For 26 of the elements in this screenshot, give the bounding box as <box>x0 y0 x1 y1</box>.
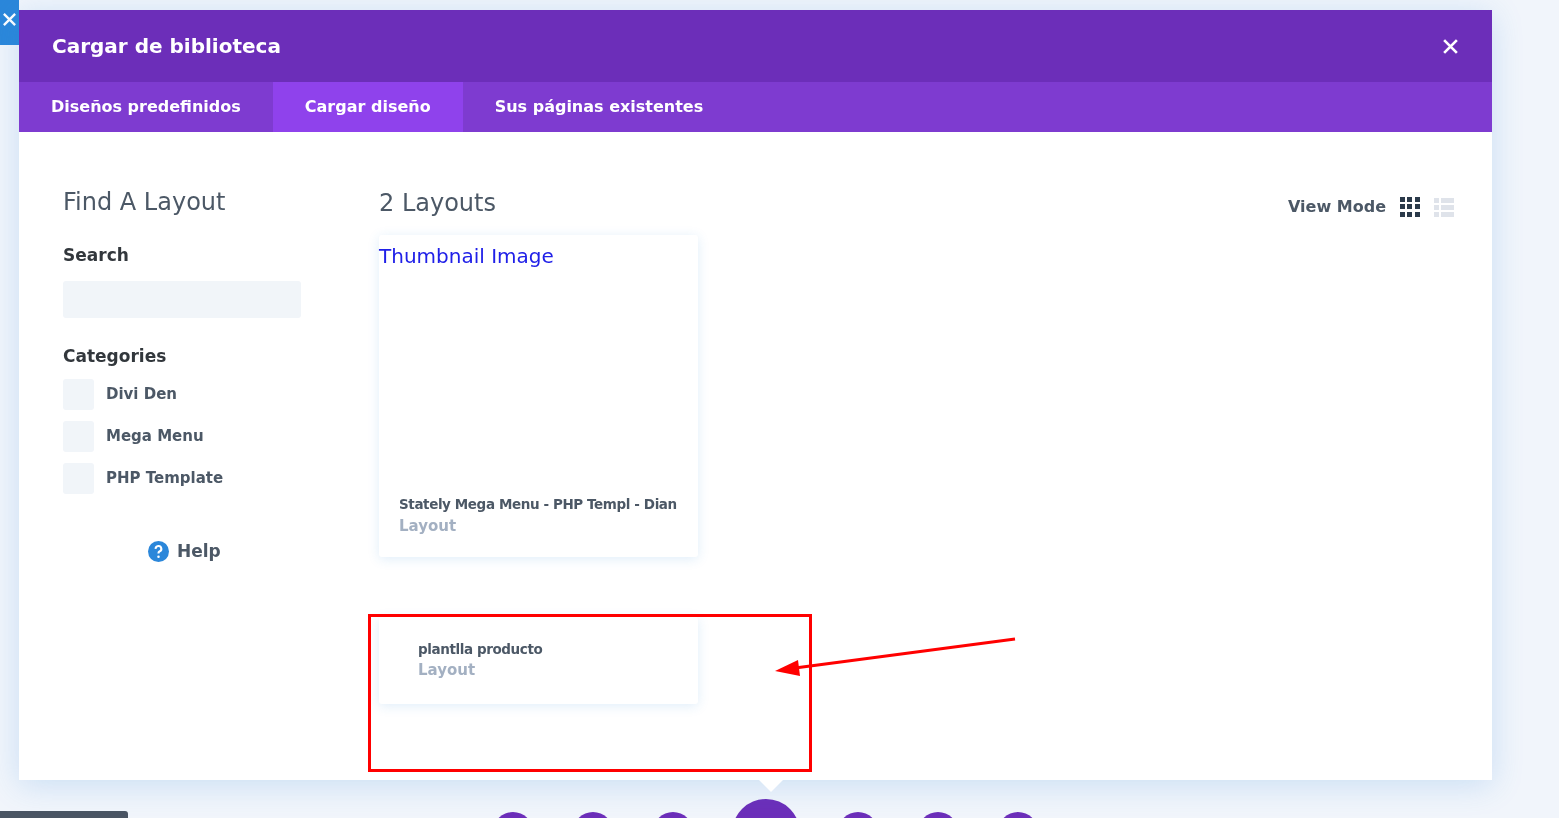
search-label: Search <box>63 244 130 267</box>
help-link[interactable]: Help <box>177 539 221 565</box>
close-icon[interactable] <box>1442 37 1459 55</box>
modal-title: Cargar de biblioteca <box>52 33 281 60</box>
grid-view-button[interactable] <box>1400 197 1420 217</box>
tab[interactable]: Sus páginas existentes <box>462 82 736 132</box>
tab[interactable]: Diseños predefinidos <box>19 82 273 132</box>
category-label: Divi Den <box>106 384 178 406</box>
layout-card[interactable]: plantlla producto Layout <box>379 617 698 704</box>
thumbnail-alt-text: Thumbnail Image <box>379 243 555 270</box>
close-icon <box>2 12 17 27</box>
layout-title: plantlla producto <box>418 640 544 660</box>
category-label: PHP Template <box>106 468 224 490</box>
categories-label: Categories <box>63 344 168 368</box>
layouts-heading: 2 Layouts <box>379 188 496 218</box>
sidebar-heading: Find A Layout <box>63 187 227 217</box>
close-button-behind[interactable] <box>0 0 19 45</box>
category-label: Mega Menu <box>106 426 204 448</box>
help-icon <box>148 541 169 563</box>
tab[interactable]: Cargar diseño <box>272 82 463 132</box>
layout-card[interactable]: Thumbnail Image Stately Mega Menu - PHP Templ - Dian Layout <box>379 235 698 557</box>
list-view-button[interactable] <box>1434 197 1454 217</box>
layout-title: Stately Mega Menu - PHP Templ - Dian <box>399 495 678 515</box>
layout-type: Layout <box>399 515 458 537</box>
layout-type: Layout <box>418 660 477 682</box>
view-mode-label: View Mode <box>1288 196 1386 218</box>
